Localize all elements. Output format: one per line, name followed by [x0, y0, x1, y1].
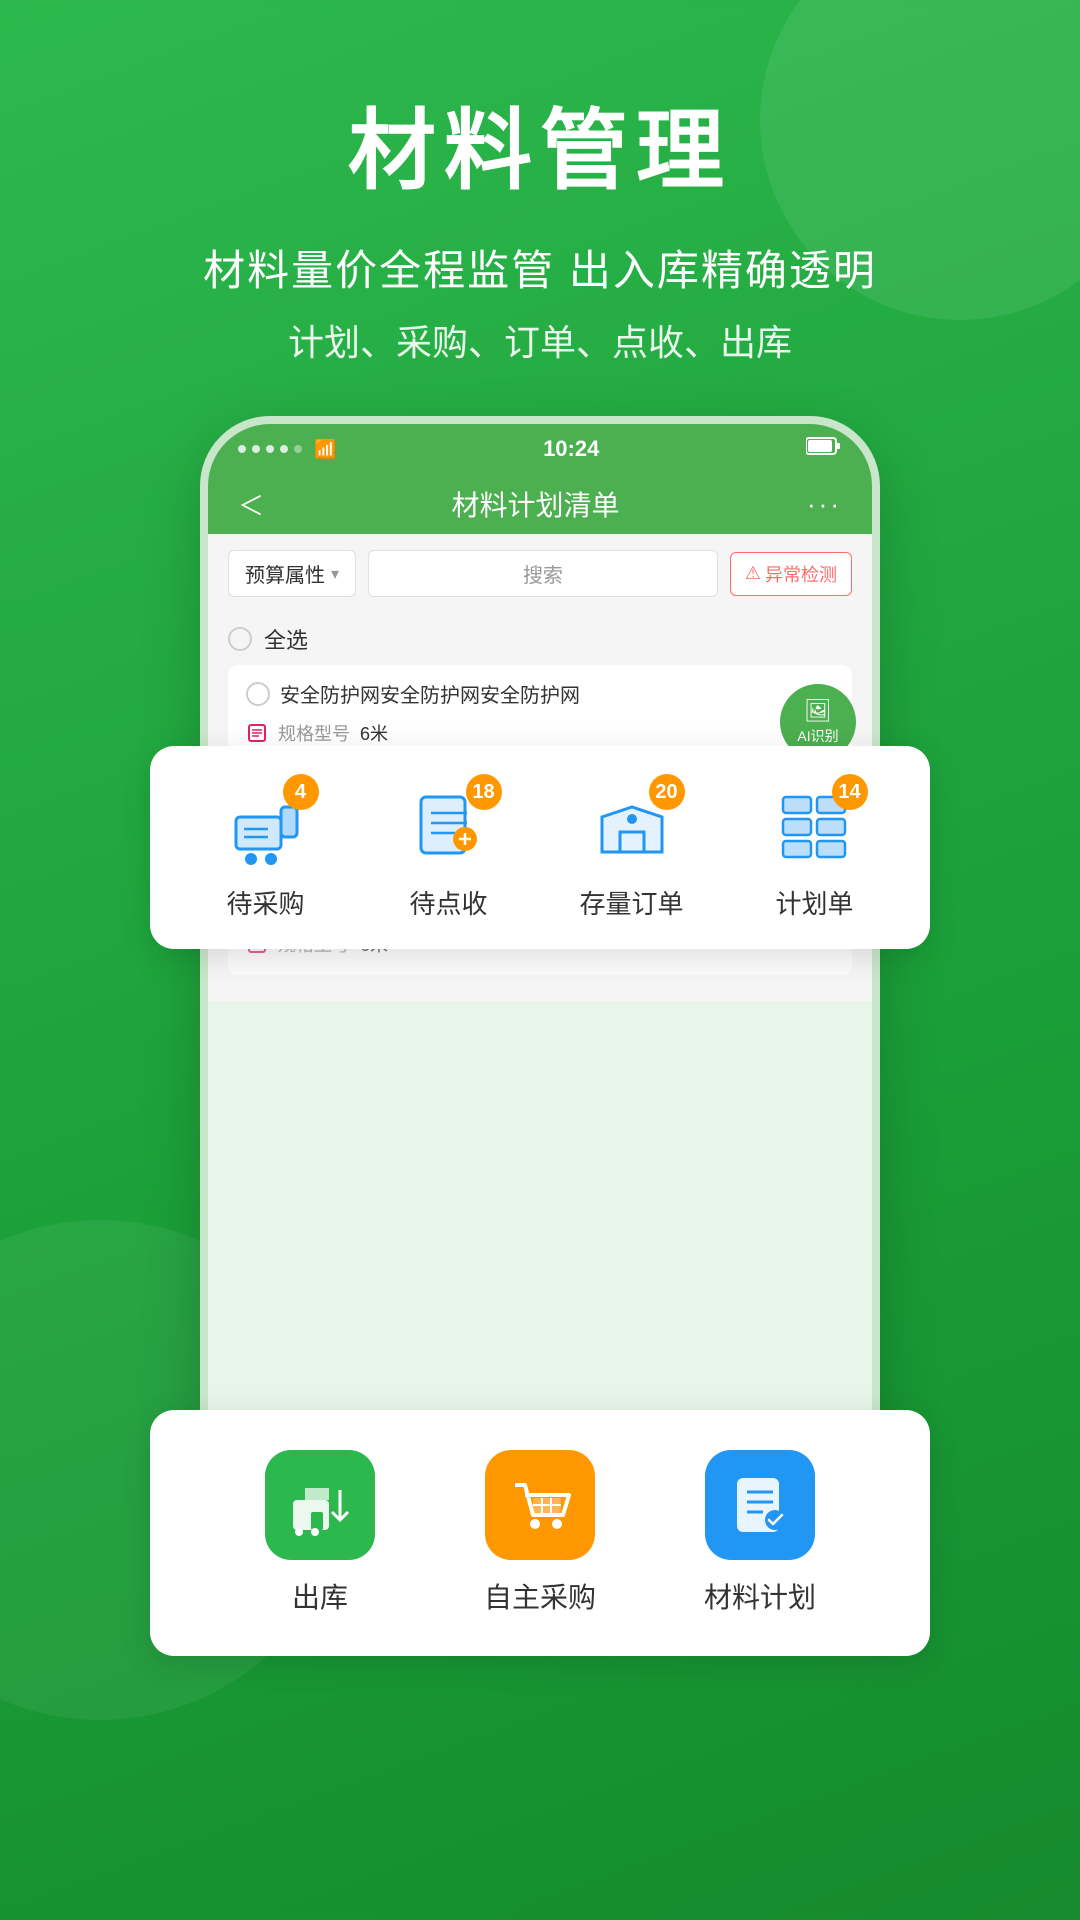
chevron-down-icon: ▾	[331, 564, 339, 584]
outbound-label: 出库	[292, 1576, 348, 1616]
stock-label: 存量订单	[579, 884, 683, 921]
purchase-label: 待采购	[226, 884, 304, 921]
material-plan-label: 材料计划	[704, 1576, 816, 1616]
select-all-radio[interactable]	[228, 627, 252, 651]
stock-badge: 20	[649, 774, 685, 810]
select-all-row[interactable]: 全选	[228, 613, 852, 665]
anomaly-detect-button[interactable]: ⚠ 异常检测	[730, 552, 852, 596]
action-item-receive[interactable]: 18 待点收	[357, 782, 540, 921]
purchase-badge: 4	[283, 774, 319, 810]
status-time: 10:24	[543, 436, 599, 462]
item-title: 安全防护网安全防护网安全防护网	[280, 679, 580, 708]
bottom-action-self-purchase[interactable]: 自主采购	[430, 1450, 650, 1616]
nav-title: 材料计划清单	[452, 484, 620, 524]
status-bar: 📶 10:24	[208, 424, 872, 474]
item-radio[interactable]	[246, 682, 270, 706]
ai-label: AI识别	[797, 726, 838, 746]
self-purchase-label: 自主采购	[484, 1576, 596, 1616]
receive-label: 待点收	[409, 884, 487, 921]
phone-wrapper: 📶 10:24 ＜ 材料计划清单 ···	[150, 416, 930, 1716]
spec-icon	[246, 722, 268, 744]
page-container: 材料管理 材料量价全程监管 出入库精确透明 计划、采购、订单、点收、出库 📶 1…	[0, 0, 1080, 1920]
nav-more-button[interactable]: ···	[807, 489, 842, 520]
self-purchase-icon-bg	[485, 1450, 595, 1560]
bottom-action-outbound[interactable]: 出库	[210, 1450, 430, 1616]
phone-frame: 📶 10:24 ＜ 材料计划清单 ···	[200, 416, 880, 1516]
ai-icon: 🖼	[804, 698, 832, 724]
outbound-icon-bg	[265, 1450, 375, 1560]
action-item-purchase[interactable]: 4 待采购	[174, 782, 357, 921]
nav-bar: ＜ 材料计划清单 ···	[208, 474, 872, 534]
plan-label: 计划单	[775, 884, 853, 921]
top-action-card: 4 待采购	[150, 746, 930, 949]
warning-icon: ⚠	[745, 563, 761, 584]
nav-back-button[interactable]: ＜	[238, 486, 264, 523]
plan-badge: 14	[832, 774, 868, 810]
action-item-stock-order[interactable]: 20 存量订单	[540, 782, 723, 921]
status-signal: 📶	[238, 439, 336, 460]
receive-badge: 18	[466, 774, 502, 810]
action-item-plan[interactable]: 14 计划单	[723, 782, 906, 921]
search-button[interactable]: 搜索	[368, 550, 718, 597]
budget-filter-button[interactable]: 预算属性 ▾	[228, 550, 356, 597]
subtitle-line1: 材料量价全程监管 出入库精确透明	[203, 237, 877, 298]
bottom-action-card: 出库 自主采购	[150, 1410, 930, 1656]
bottom-action-material-plan[interactable]: 材料计划	[650, 1450, 870, 1616]
material-plan-icon-bg	[705, 1450, 815, 1560]
battery-icon	[806, 436, 842, 462]
subtitle-line2: 计划、采购、订单、点收、出库	[203, 314, 877, 366]
select-all-label: 全选	[264, 623, 308, 655]
filter-bar: 预算属性 ▾ 搜索 ⚠ 异常检测	[228, 550, 852, 597]
wifi-icon: 📶	[314, 439, 336, 460]
